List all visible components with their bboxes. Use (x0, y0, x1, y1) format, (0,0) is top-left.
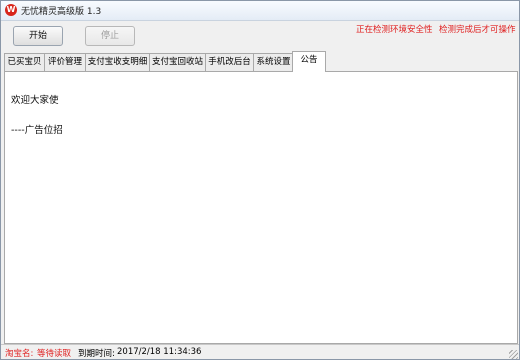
tab-system-settings[interactable]: 系统设置 (253, 53, 294, 71)
status-bar: 淘宝名: 等待读取 到期时间: 2017/2/18 11:34:36 (1, 344, 519, 359)
announcement-panel: 欢迎大家使 ----广告位招 (4, 71, 518, 344)
tab-alipay-details[interactable]: 支付宝收支明细 (85, 53, 150, 71)
status-wait-text: 检测完成后才可操作 (439, 25, 516, 35)
tab-review-management[interactable]: 评价管理 (44, 53, 86, 71)
app-logo-icon: W (5, 4, 17, 16)
taobao-name-value: 等待读取 (37, 349, 72, 359)
notice-line-welcome: 欢迎大家使 (11, 95, 59, 106)
taobao-name-label: 淘宝名: (5, 349, 34, 359)
tab-alipay-recycle-bin[interactable]: 支付宝回收站 (149, 53, 206, 71)
title-bar[interactable]: W 无忧精灵高级版 1.3 (1, 1, 519, 21)
tab-announcement[interactable]: 公告 (292, 51, 326, 72)
start-button[interactable]: 开始 (13, 26, 63, 46)
expiry-value: 2017/2/18 11:34:36 (117, 347, 202, 357)
window-title: 无忧精灵高级版 1.3 (21, 7, 102, 17)
notice-line-ad: ----广告位招 (11, 125, 63, 136)
tab-bought-items[interactable]: 已买宝贝 (4, 53, 45, 71)
app-window: W 无忧精灵高级版 1.3 开始 停止 正在检测环境安全性 检测完成后才可操作 … (0, 0, 520, 360)
expiry-label: 到期时间: (78, 349, 115, 359)
tab-mobile-backend[interactable]: 手机改后台 (205, 53, 254, 71)
status-checking-text: 正在检测环境安全性 (356, 25, 433, 35)
stop-button[interactable]: 停止 (85, 26, 135, 46)
resize-grip-icon[interactable] (509, 350, 518, 359)
